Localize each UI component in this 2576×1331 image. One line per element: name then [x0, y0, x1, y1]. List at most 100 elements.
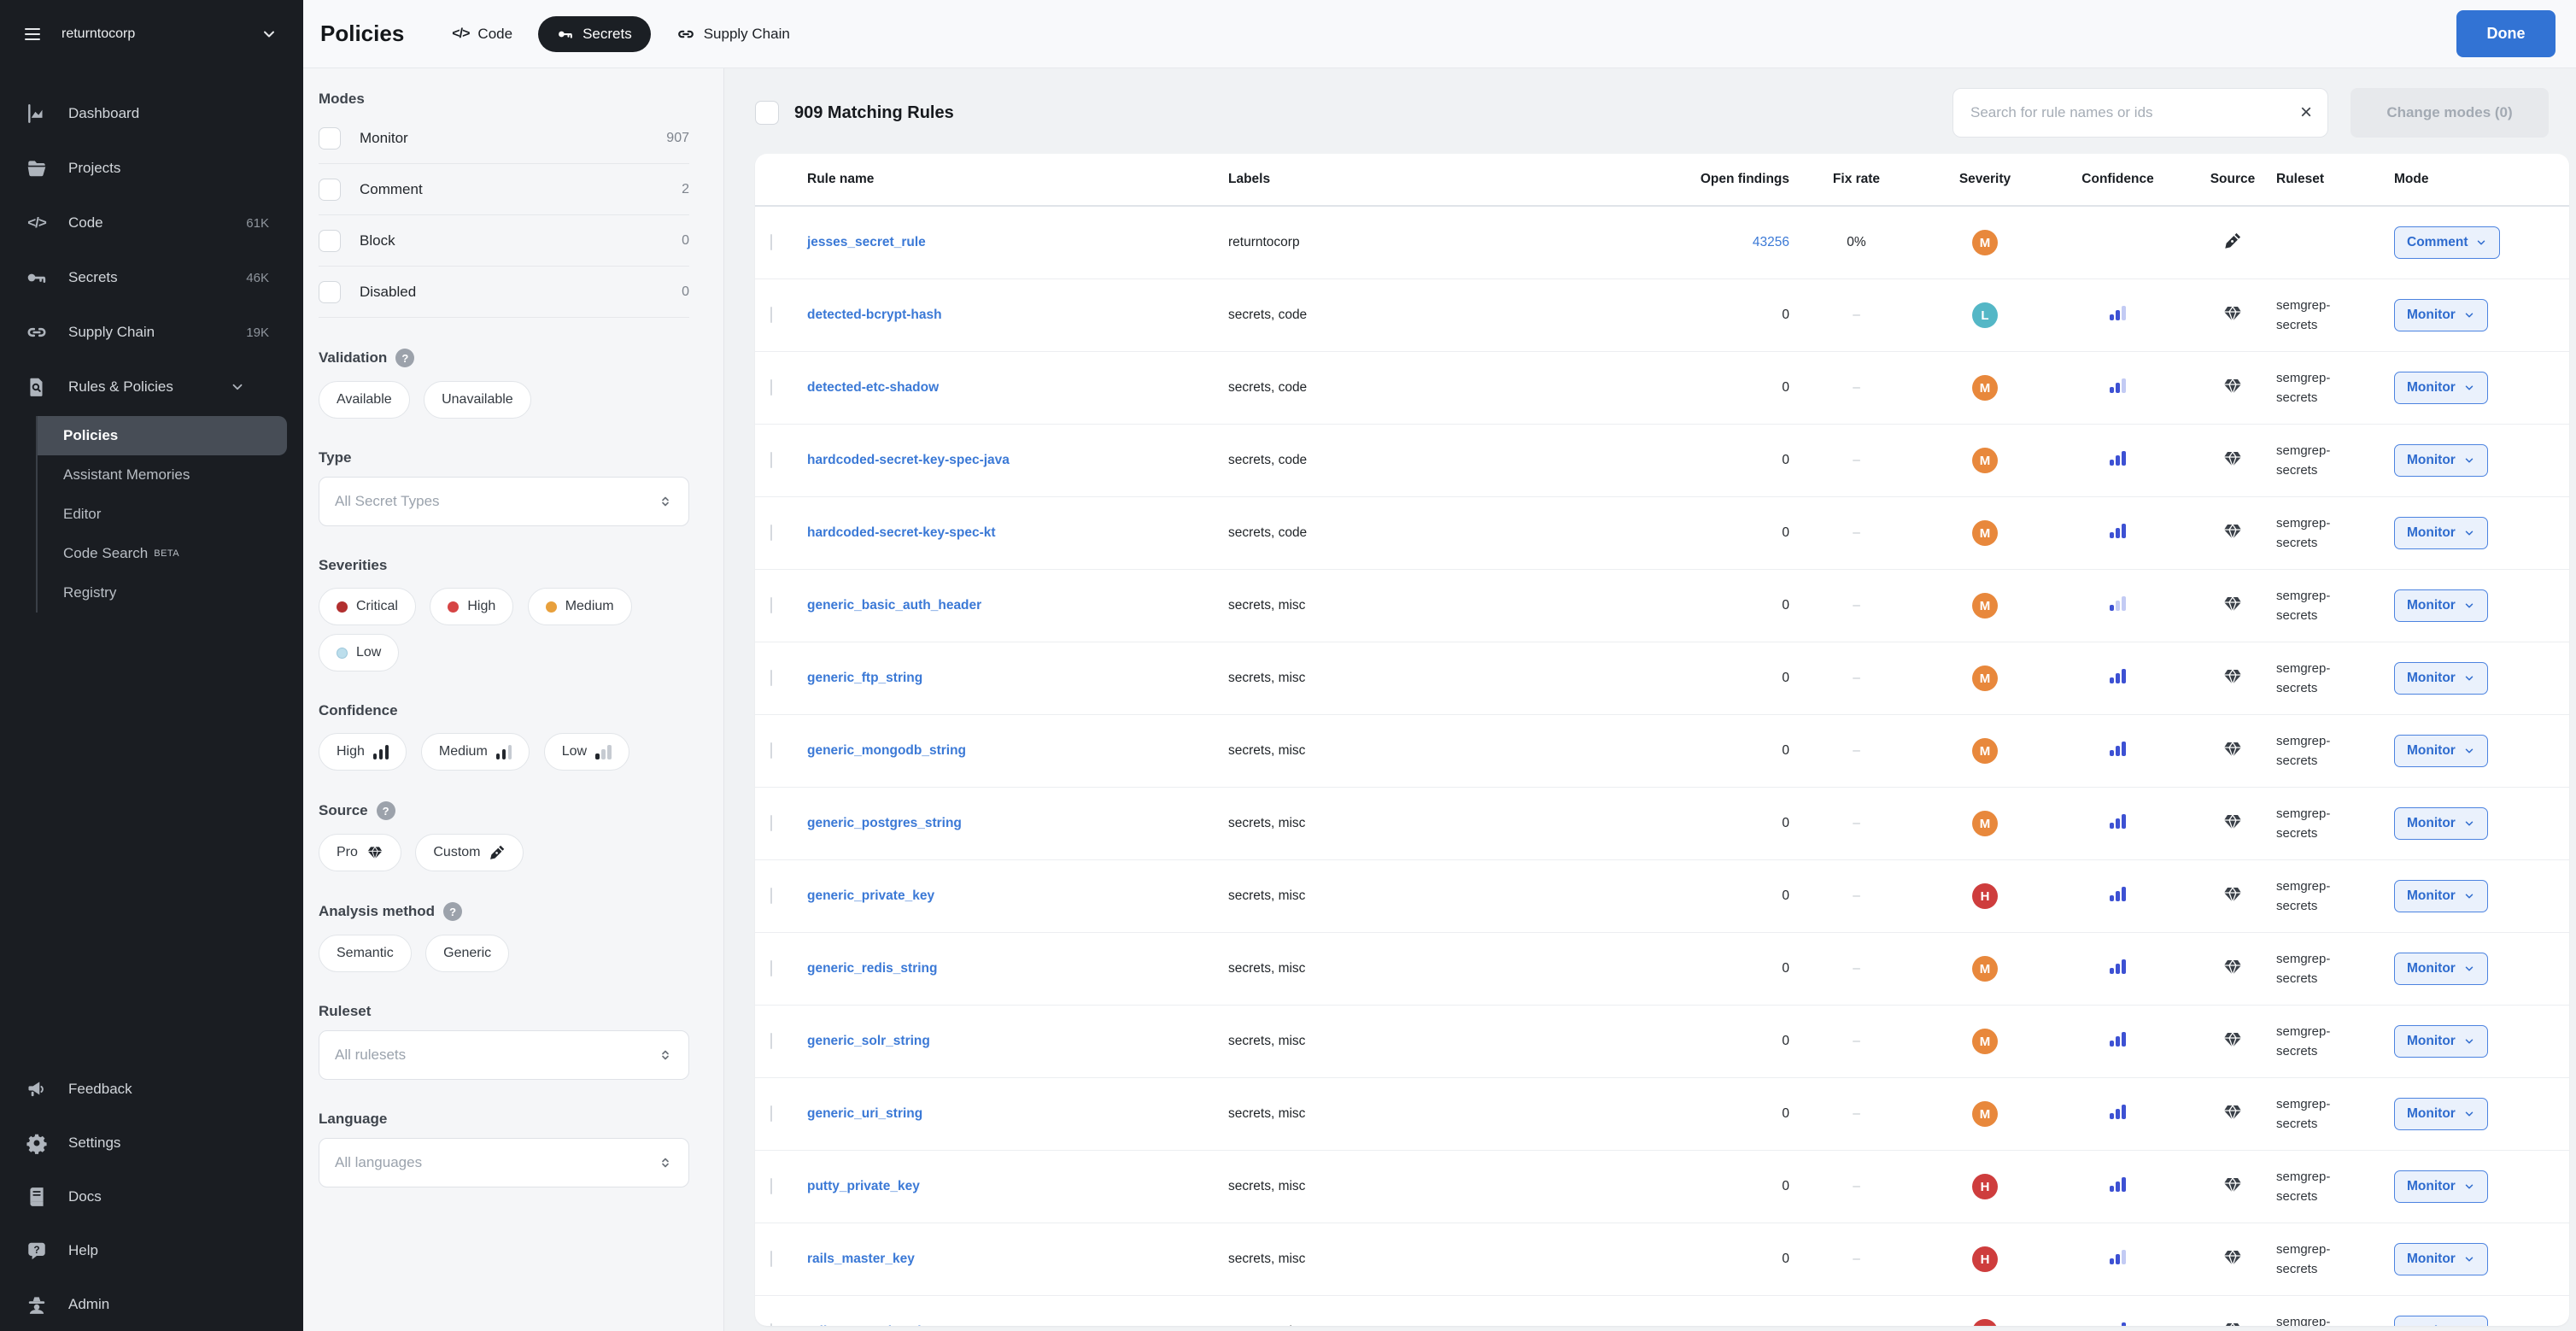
rule-name-link[interactable]: generic_ftp_string — [807, 671, 922, 685]
severity-medium-pill[interactable]: Medium — [528, 588, 632, 625]
sidebar-subitem-code-search[interactable]: Code Search BETA — [38, 534, 287, 573]
help-icon[interactable]: ? — [377, 801, 395, 820]
sidebar-item-feedback[interactable]: Feedback — [0, 1062, 303, 1116]
sidebar-subitem-policies[interactable]: Policies — [38, 416, 287, 455]
rule-name-link[interactable]: generic_postgres_string — [807, 816, 962, 830]
row-checkbox[interactable] — [770, 525, 772, 541]
analysis-semantic-pill[interactable]: Semantic — [319, 935, 412, 972]
row-checkbox[interactable] — [770, 307, 772, 323]
rule-name-link[interactable]: generic_private_key — [807, 888, 934, 903]
sidebar-item-rules-policies[interactable]: Rules & Policies — [0, 360, 303, 414]
open-findings-value[interactable]: 0 — [1782, 525, 1789, 540]
rule-name-link[interactable]: hardcoded-secret-key-spec-kt — [807, 525, 996, 540]
mode-dropdown[interactable]: Comment — [2394, 226, 2500, 259]
open-findings-value[interactable]: 0 — [1782, 1252, 1789, 1266]
open-findings-value[interactable]: 0 — [1782, 453, 1789, 467]
help-icon[interactable]: ? — [443, 902, 462, 921]
mode-dropdown[interactable]: Monitor — [2394, 735, 2488, 767]
open-findings-value[interactable]: 0 — [1782, 380, 1789, 395]
clear-search-icon[interactable]: × — [2300, 103, 2312, 123]
rule-name-link[interactable]: detected-bcrypt-hash — [807, 308, 942, 322]
sidebar-item-settings[interactable]: Settings — [0, 1116, 303, 1170]
hamburger-menu-icon[interactable] — [22, 24, 43, 44]
sidebar-item-admin[interactable]: Admin — [0, 1277, 303, 1331]
done-button[interactable]: Done — [2456, 10, 2556, 57]
secret-type-select[interactable]: All Secret Types — [319, 477, 689, 526]
sidebar-subitem-assistant-memories[interactable]: Assistant Memories — [38, 455, 287, 495]
sidebar-item-help[interactable]: ? Help — [0, 1223, 303, 1277]
open-findings-value[interactable]: 0 — [1782, 1179, 1789, 1193]
mode-dropdown[interactable]: Monitor — [2394, 1098, 2488, 1130]
change-modes-button[interactable]: Change modes (0) — [2351, 88, 2549, 138]
open-findings-value[interactable]: 43256 — [1753, 235, 1789, 249]
rule-name-link[interactable]: generic_redis_string — [807, 961, 937, 976]
row-checkbox[interactable] — [770, 742, 772, 759]
rule-name-link[interactable]: rails_secret_key_base — [807, 1324, 948, 1326]
sidebar-item-secrets[interactable]: Secrets 46K — [0, 250, 303, 305]
mode-dropdown[interactable]: Monitor — [2394, 662, 2488, 695]
open-findings-value[interactable]: 0 — [1782, 961, 1789, 976]
monitor-checkbox[interactable] — [319, 127, 341, 150]
open-findings-value[interactable]: 0 — [1782, 888, 1789, 903]
mode-dropdown[interactable]: Monitor — [2394, 880, 2488, 912]
source-pro-pill[interactable]: Pro — [319, 834, 401, 871]
mode-dropdown[interactable]: Monitor — [2394, 517, 2488, 549]
open-findings-value[interactable]: 0 — [1782, 743, 1789, 758]
tab-code[interactable]: </> Code — [452, 26, 512, 43]
row-checkbox[interactable] — [770, 960, 772, 976]
sidebar-item-projects[interactable]: Projects — [0, 141, 303, 196]
row-checkbox[interactable] — [770, 815, 772, 831]
row-checkbox[interactable] — [770, 1178, 772, 1194]
block-checkbox[interactable] — [319, 230, 341, 252]
rule-name-link[interactable]: generic_basic_auth_header — [807, 598, 981, 613]
severity-critical-pill[interactable]: Critical — [319, 588, 416, 625]
rule-name-link[interactable]: generic_uri_string — [807, 1106, 922, 1121]
search-input[interactable] — [1969, 103, 2292, 122]
row-checkbox[interactable] — [770, 1105, 772, 1122]
sidebar-subitem-registry[interactable]: Registry — [38, 573, 287, 613]
row-checkbox[interactable] — [770, 888, 772, 904]
disabled-checkbox[interactable] — [319, 281, 341, 303]
open-findings-value[interactable]: 0 — [1782, 816, 1789, 830]
mode-dropdown[interactable]: Monitor — [2394, 1243, 2488, 1275]
mode-dropdown[interactable]: Monitor — [2394, 372, 2488, 404]
sidebar-subitem-editor[interactable]: Editor — [38, 495, 287, 534]
mode-dropdown[interactable]: Monitor — [2394, 444, 2488, 477]
open-findings-value[interactable]: 0 — [1782, 308, 1789, 322]
mode-dropdown[interactable]: Monitor — [2394, 299, 2488, 331]
tab-supply-chain[interactable]: Supply Chain — [676, 25, 790, 44]
row-checkbox[interactable] — [770, 597, 772, 613]
row-checkbox[interactable] — [770, 234, 772, 250]
severity-high-pill[interactable]: High — [430, 588, 513, 625]
open-findings-value[interactable]: 0 — [1782, 671, 1789, 685]
validation-unavailable-pill[interactable]: Unavailable — [424, 381, 531, 419]
row-checkbox[interactable] — [770, 1251, 772, 1267]
chevron-down-icon[interactable] — [261, 26, 278, 43]
tab-secrets[interactable]: Secrets — [538, 16, 651, 52]
rule-name-link[interactable]: rails_master_key — [807, 1252, 915, 1266]
sidebar-item-docs[interactable]: Docs — [0, 1170, 303, 1223]
open-findings-value[interactable]: 0 — [1782, 1106, 1789, 1121]
row-checkbox[interactable] — [770, 379, 772, 396]
help-icon[interactable]: ? — [395, 349, 414, 367]
open-findings-value[interactable]: 0 — [1782, 1324, 1789, 1326]
mode-dropdown[interactable]: Monitor — [2394, 1025, 2488, 1058]
mode-dropdown[interactable]: Monitor — [2394, 807, 2488, 840]
language-select[interactable]: All languages — [319, 1138, 689, 1187]
org-switcher[interactable]: returntocorp — [0, 0, 303, 68]
mode-dropdown[interactable]: Monitor — [2394, 1316, 2488, 1326]
mode-dropdown[interactable]: Monitor — [2394, 1170, 2488, 1203]
sidebar-item-code[interactable]: </> Code 61K — [0, 196, 303, 250]
rule-name-link[interactable]: generic_solr_string — [807, 1034, 930, 1048]
open-findings-value[interactable]: 0 — [1782, 1034, 1789, 1048]
rule-name-link[interactable]: hardcoded-secret-key-spec-java — [807, 453, 1010, 467]
row-checkbox[interactable] — [770, 1323, 772, 1326]
confidence-low-pill[interactable]: Low — [544, 733, 629, 771]
row-checkbox[interactable] — [770, 452, 772, 468]
sidebar-item-dashboard[interactable]: Dashboard — [0, 86, 303, 141]
source-custom-pill[interactable]: Custom — [415, 834, 524, 871]
confidence-medium-pill[interactable]: Medium — [421, 733, 530, 771]
validation-available-pill[interactable]: Available — [319, 381, 410, 419]
rule-name-link[interactable]: putty_private_key — [807, 1179, 920, 1193]
comment-checkbox[interactable] — [319, 179, 341, 201]
